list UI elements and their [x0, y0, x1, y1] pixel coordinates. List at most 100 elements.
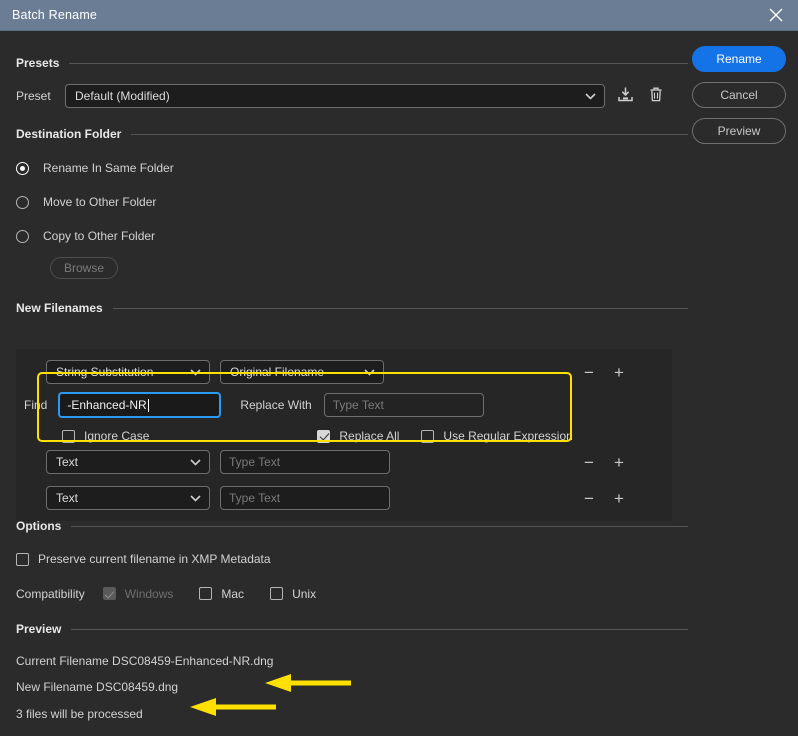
destination-title: Destination Folder — [16, 127, 122, 141]
row1-type-value: String Substitution — [56, 365, 154, 379]
chevron-down-icon — [190, 491, 201, 505]
find-input[interactable]: -Enhanced-NR — [58, 392, 222, 418]
current-filename-value: DSC08459-Enhanced-NR.dng — [112, 654, 274, 668]
browse-button[interactable]: Browse — [50, 257, 118, 279]
use-regex-label: Use Regular Expression — [443, 429, 573, 443]
compat-mac-label: Mac — [221, 586, 245, 601]
save-preset-icon — [617, 86, 634, 106]
filename-row-1-options: Ignore Case Replace All Use Regular Expr… — [16, 425, 672, 447]
filename-row-2: Text Type Text − + — [16, 450, 672, 474]
destination-folder-section: Destination Folder Rename In Same Folder… — [16, 126, 688, 279]
ignore-case-label: Ignore Case — [84, 429, 150, 443]
find-input-value: -Enhanced-NR — [67, 398, 147, 412]
minus-icon[interactable]: − — [584, 364, 594, 381]
compat-windows-checkbox: Windows — [102, 586, 174, 601]
divider — [131, 133, 688, 135]
preview-section: Preview Current Filename DSC08459-Enhanc… — [16, 621, 688, 721]
preset-label: Preset — [16, 89, 51, 103]
radio-rename-same-folder[interactable]: Rename In Same Folder — [16, 159, 688, 177]
compat-windows-label: Windows — [124, 586, 174, 601]
options-title: Options — [16, 519, 62, 533]
use-regex-checkbox[interactable]: Use Regular Expression — [421, 429, 573, 443]
checkbox-icon[interactable] — [16, 552, 29, 566]
preset-row: Preset Default (Modified) — [16, 84, 688, 108]
delete-preset-button[interactable] — [645, 85, 667, 107]
radio-move-other-folder[interactable]: Move to Other Folder — [16, 193, 688, 211]
cancel-button[interactable]: Cancel — [692, 82, 786, 108]
filename-row-3: Text Type Text − + — [16, 486, 672, 510]
filename-row-1-find-replace: Find -Enhanced-NR Replace With Type Text — [16, 392, 672, 418]
compat-mac-checkbox[interactable]: Mac — [199, 587, 244, 601]
checkbox-icon[interactable] — [270, 587, 284, 600]
options-section: Options Preserve current filename in XMP… — [16, 518, 688, 601]
new-filenames-header: New Filenames — [16, 300, 688, 316]
plus-icon[interactable]: + — [614, 364, 624, 381]
preserve-filename-label: Preserve current filename in XMP Metadat… — [38, 552, 271, 566]
presets-header: Presets — [16, 55, 688, 71]
minus-icon[interactable]: − — [584, 490, 594, 507]
new-filenames-panel: String Substitution Original Filename − … — [16, 349, 672, 521]
row1-source-select[interactable]: Original Filename — [220, 360, 384, 384]
rename-button[interactable]: Rename — [692, 46, 786, 72]
row3-text-input[interactable]: Type Text — [220, 486, 390, 510]
radio-label: Move to Other Folder — [43, 195, 157, 209]
radio-label: Copy to Other Folder — [43, 229, 156, 243]
checkbox-icon[interactable] — [317, 429, 331, 443]
replace-with-input[interactable]: Type Text — [323, 393, 484, 417]
preset-select[interactable]: Default (Modified) — [65, 84, 605, 108]
trash-icon — [648, 86, 664, 106]
minus-icon[interactable]: − — [584, 454, 594, 471]
replace-with-placeholder: Type Text — [332, 398, 384, 412]
dialog-body: Rename Cancel Preview Presets Preset Def… — [0, 31, 798, 736]
divider — [71, 525, 688, 527]
arrow-annotation-current-filename — [265, 673, 351, 695]
preview-button[interactable]: Preview — [692, 118, 786, 144]
divider — [112, 307, 688, 309]
row1-source-value: Original Filename — [230, 365, 325, 379]
new-filenames-title: New Filenames — [16, 301, 103, 315]
close-button[interactable] — [754, 0, 798, 31]
chevron-down-icon — [364, 365, 375, 379]
row1-type-select[interactable]: String Substitution — [46, 360, 210, 384]
divider — [69, 62, 688, 64]
radio-icon[interactable] — [16, 195, 29, 209]
replace-with-label: Replace With — [240, 398, 312, 412]
row3-text-placeholder: Type Text — [229, 491, 281, 505]
chevron-down-icon — [190, 365, 201, 379]
row1-add-remove: − + — [584, 364, 624, 381]
row2-text-placeholder: Type Text — [229, 455, 281, 469]
radio-icon[interactable] — [16, 161, 29, 175]
files-processed-status: 3 files will be processed — [16, 707, 143, 721]
chevron-down-icon — [190, 455, 201, 469]
new-filename-value: DSC08459.dng — [96, 680, 179, 694]
compat-unix-checkbox[interactable]: Unix — [270, 587, 316, 601]
options-header: Options — [16, 518, 688, 534]
replace-all-checkbox[interactable]: Replace All — [317, 429, 399, 443]
divider — [71, 628, 688, 630]
chevron-down-icon — [585, 89, 596, 103]
save-preset-button[interactable] — [614, 85, 636, 107]
checkbox-icon[interactable] — [199, 587, 213, 600]
row3-type-value: Text — [56, 491, 79, 505]
checkbox-icon[interactable] — [421, 429, 435, 443]
checkbox-icon[interactable] — [62, 429, 75, 443]
close-icon — [769, 8, 783, 22]
row2-type-select[interactable]: Text — [46, 450, 210, 474]
destination-header: Destination Folder — [16, 126, 688, 142]
radio-copy-other-folder[interactable]: Copy to Other Folder — [16, 227, 688, 245]
preview-header: Preview — [16, 621, 688, 637]
radio-icon[interactable] — [16, 229, 29, 243]
ignore-case-checkbox[interactable]: Ignore Case — [62, 429, 149, 443]
current-filename-label: Current Filename — [16, 654, 109, 668]
row3-type-select[interactable]: Text — [46, 486, 210, 510]
title-bar: Batch Rename — [0, 0, 798, 31]
presets-section: Presets Preset Default (Modified) — [16, 55, 688, 108]
new-filename-row: New Filename DSC08459.dng — [16, 680, 688, 694]
preserve-filename-checkbox[interactable]: Preserve current filename in XMP Metadat… — [16, 552, 271, 566]
compat-unix-label: Unix — [292, 586, 317, 601]
plus-icon[interactable]: + — [614, 454, 624, 471]
row2-text-input[interactable]: Type Text — [220, 450, 390, 474]
checkbox-icon — [102, 587, 116, 600]
plus-icon[interactable]: + — [614, 490, 624, 507]
radio-label: Rename In Same Folder — [43, 161, 174, 175]
